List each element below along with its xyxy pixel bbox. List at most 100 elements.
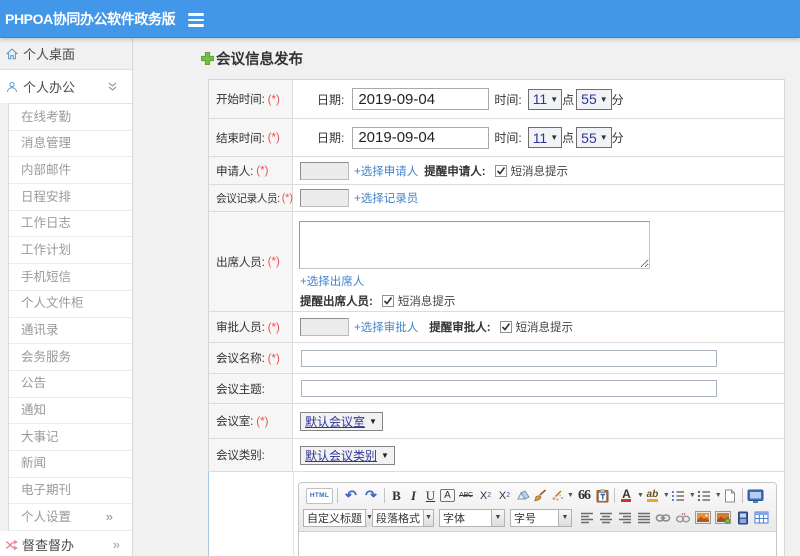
dropdown-arrow-icon[interactable]: ▼: [423, 509, 433, 526]
approver-input[interactable]: [300, 318, 349, 336]
unlink-icon[interactable]: [675, 509, 691, 527]
bold-button[interactable]: B: [389, 487, 404, 505]
sidebar-submenu-item-label: 大事记: [21, 429, 59, 444]
required-mark: (*): [267, 320, 280, 334]
sidebar-item-personal-settings[interactable]: 个人设置 »: [8, 504, 132, 531]
subscript-base: X: [498, 489, 507, 502]
font-family-combobox[interactable]: 字体 ▼: [439, 508, 505, 527]
paragraph-format-combobox[interactable]: 段落格式 ▼: [372, 508, 434, 527]
font-border-button[interactable]: A: [440, 489, 455, 502]
form-row-recorder: 会议记录人员: (*) +选择记录员: [208, 185, 785, 212]
new-page-icon[interactable]: [723, 487, 738, 505]
italic-button[interactable]: I: [406, 487, 421, 505]
color-bar: [646, 498, 658, 502]
align-right-icon[interactable]: [617, 509, 632, 527]
unordered-list-icon[interactable]: [697, 487, 712, 505]
undo-button[interactable]: ↶: [342, 487, 360, 505]
field-label: 开始时间:: [216, 93, 265, 106]
superscript-base: X: [479, 489, 488, 502]
font-color-letter: A: [622, 487, 631, 501]
sidebar-item-personal-office[interactable]: 个人办公: [0, 70, 132, 103]
font-color-button[interactable]: A: [619, 487, 634, 505]
paste-word-icon[interactable]: [595, 487, 610, 505]
choose-applicant-link[interactable]: +选择申请人: [354, 163, 418, 179]
sidebar-item-personal-desktop[interactable]: 个人桌面: [0, 38, 132, 70]
sidebar-submenu-item[interactable]: 日程安排: [9, 184, 132, 211]
sidebar-submenu-item[interactable]: 消息管理: [9, 131, 132, 158]
meeting-room-select[interactable]: 默认会议室 ▼: [300, 411, 383, 431]
sidebar-submenu-item[interactable]: 工作日志: [9, 211, 132, 238]
sidebar-submenu-item[interactable]: 工作计划: [9, 237, 132, 265]
app-title: PHPOA协同办公软件政务版: [5, 10, 176, 27]
sidebar-submenu-item-label: 在线考勤: [21, 109, 72, 124]
eraser-icon[interactable]: [515, 487, 530, 505]
sidebar-submenu-item[interactable]: 电子期刊: [9, 478, 132, 505]
end-minute-select[interactable]: 55 ▼: [576, 127, 612, 148]
applicant-sms-checkbox[interactable]: [494, 164, 507, 177]
attendees-textarea[interactable]: [299, 221, 650, 269]
editor-content-area[interactable]: [299, 532, 776, 556]
highlight-color-button[interactable]: ab: [645, 487, 660, 505]
dropdown-arrow-icon[interactable]: ▼: [491, 509, 504, 526]
dropdown-arrow-icon[interactable]: ▼: [558, 509, 571, 526]
field-label: 结束时间:: [216, 131, 265, 145]
insert-media-icon[interactable]: [715, 509, 731, 527]
meeting-category-select[interactable]: 默认会议类别 ▼: [300, 445, 395, 465]
strikethrough-button[interactable]: ABC: [457, 487, 475, 505]
underline-button[interactable]: U: [423, 487, 438, 505]
meeting-name-input[interactable]: [301, 349, 717, 367]
sidebar-submenu-item[interactable]: 公告: [9, 371, 132, 398]
choose-attendees-link[interactable]: +选择出席人: [300, 276, 364, 288]
ordered-list-icon[interactable]: [671, 487, 686, 505]
fullscreen-icon[interactable]: [747, 487, 764, 505]
hamburger-menu-icon[interactable]: [188, 13, 204, 27]
page-break-icon[interactable]: [735, 509, 750, 527]
sidebar-submenu-item[interactable]: 新闻: [9, 451, 132, 478]
end-hour-select[interactable]: 11 ▼: [527, 127, 563, 148]
field-label: 审批人员:: [216, 321, 265, 334]
format-paint-icon[interactable]: [549, 487, 564, 505]
form-row-meeting-name: 会议名称: (*): [208, 343, 785, 374]
end-date-input[interactable]: [352, 126, 490, 149]
combobox-label: 字体: [443, 512, 465, 525]
start-minute-select[interactable]: 55 ▼: [576, 88, 612, 110]
required-mark: (*): [267, 255, 280, 268]
user-icon: [6, 81, 18, 93]
toolbar-separator: [337, 488, 338, 503]
superscript-button[interactable]: X2: [477, 487, 494, 505]
choose-approver-link[interactable]: +选择审批人: [354, 319, 418, 335]
approver-sms-checkbox[interactable]: [499, 321, 512, 333]
applicant-input[interactable]: [300, 161, 349, 180]
insert-table-icon[interactable]: [754, 509, 769, 527]
recorder-input[interactable]: [300, 189, 349, 207]
choose-recorder-link[interactable]: +选择记录员: [354, 190, 418, 206]
align-left-icon[interactable]: [579, 509, 594, 527]
sidebar-submenu-item[interactable]: 大事记: [9, 424, 132, 451]
font-size-combobox[interactable]: 字号 ▼: [510, 508, 572, 527]
sidebar-submenu-item[interactable]: 内部邮件: [9, 157, 132, 185]
sidebar-item-supervision[interactable]: 督查督办 »: [0, 531, 132, 556]
subscript-button[interactable]: X2: [496, 487, 513, 505]
form-row-approver: 审批人员: (*) +选择审批人 提醒审批人: 短消息提示: [208, 312, 785, 343]
sidebar-submenu-item[interactable]: 在线考勤: [9, 104, 132, 131]
brush-icon[interactable]: [532, 487, 547, 505]
heading-style-combobox[interactable]: 自定义标题 ▼: [303, 508, 373, 527]
blockquote-button[interactable]: 66: [575, 487, 593, 505]
start-hour-select[interactable]: 11 ▼: [527, 88, 563, 110]
sidebar-submenu-item[interactable]: 个人文件柜: [9, 291, 132, 318]
meeting-subject-input[interactable]: [301, 380, 717, 397]
sidebar-submenu-item[interactable]: 会务服务: [9, 344, 132, 371]
sidebar-submenu-item[interactable]: 通讯录: [9, 318, 132, 345]
link-icon[interactable]: [655, 509, 671, 527]
sidebar-submenu-item[interactable]: 通知: [9, 398, 132, 425]
redo-button[interactable]: ↷: [362, 487, 380, 505]
align-justify-icon[interactable]: [636, 509, 651, 527]
sidebar-item-label: 个人设置: [21, 509, 72, 524]
html-source-button[interactable]: HTML: [306, 487, 333, 504]
insert-image-icon[interactable]: [695, 509, 711, 527]
attendees-sms-checkbox[interactable]: [381, 295, 394, 307]
align-center-icon[interactable]: [598, 509, 613, 527]
sidebar-submenu-item[interactable]: 手机短信: [9, 264, 132, 291]
start-date-input[interactable]: [352, 88, 490, 110]
sidebar-submenu-item-label: 消息管理: [21, 136, 72, 151]
